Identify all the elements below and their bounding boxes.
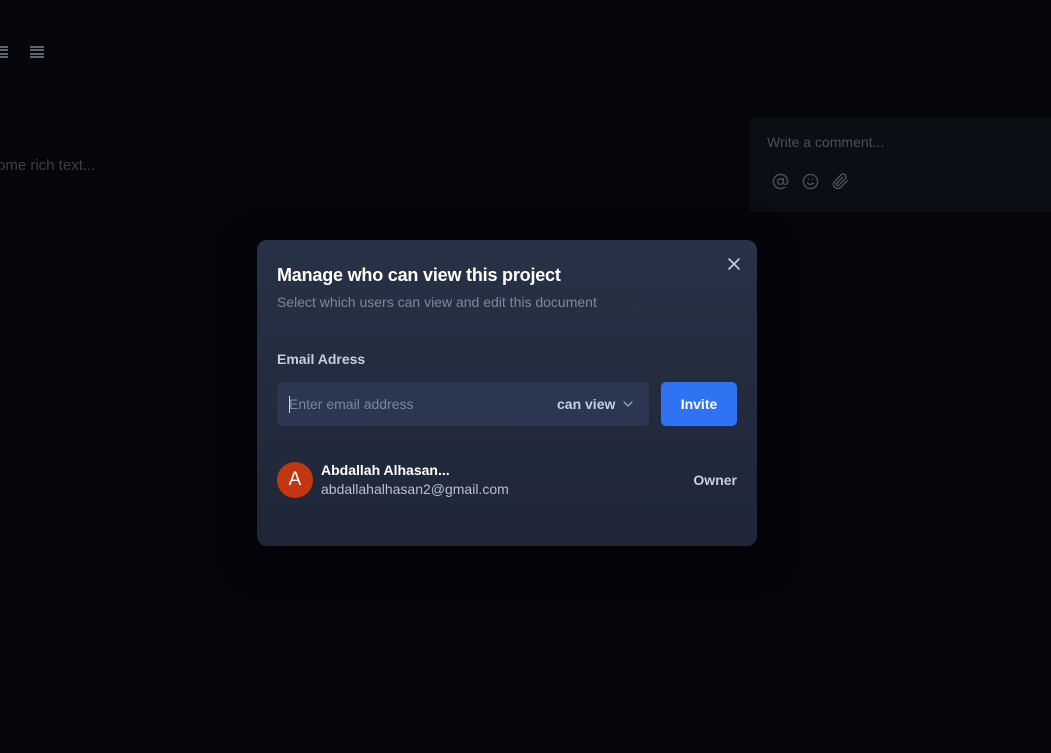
permission-select[interactable]: can view — [557, 382, 634, 426]
list-icon[interactable] — [30, 46, 44, 58]
member-name: Abdallah Alhasan... — [321, 462, 450, 478]
attachment-icon[interactable] — [831, 172, 849, 190]
dialog-subtitle: Select which users can view and edit thi… — [277, 294, 597, 310]
email-input[interactable] — [277, 382, 537, 426]
page: ome rich text... Write a comment... Mana… — [0, 0, 1051, 753]
member-email: abdallahalhasan2@gmail.com — [321, 481, 509, 497]
avatar: A — [277, 462, 313, 498]
at-icon[interactable] — [771, 172, 789, 190]
email-input-group: can view — [277, 382, 649, 426]
close-icon — [728, 258, 740, 270]
member-row: A Abdallah Alhasan... abdallahalhasan2@g… — [277, 462, 737, 498]
close-button[interactable] — [725, 255, 743, 273]
comment-input[interactable]: Write a comment... — [767, 134, 884, 150]
align-justify-icon[interactable] — [0, 46, 8, 58]
invite-button[interactable]: Invite — [661, 382, 737, 426]
share-dialog: Manage who can view this project Select … — [257, 240, 757, 546]
emoji-icon[interactable] — [801, 172, 819, 190]
member-role: Owner — [693, 472, 737, 488]
chevron-down-icon — [623, 401, 634, 407]
text-cursor — [289, 396, 290, 413]
dialog-title: Manage who can view this project — [277, 265, 561, 285]
email-label: Email Adress — [277, 351, 366, 367]
editor-placeholder[interactable]: ome rich text... — [0, 157, 95, 174]
comment-panel: Write a comment... — [749, 117, 1051, 212]
comment-toolbar — [771, 172, 849, 190]
permission-value: can view — [557, 396, 616, 412]
